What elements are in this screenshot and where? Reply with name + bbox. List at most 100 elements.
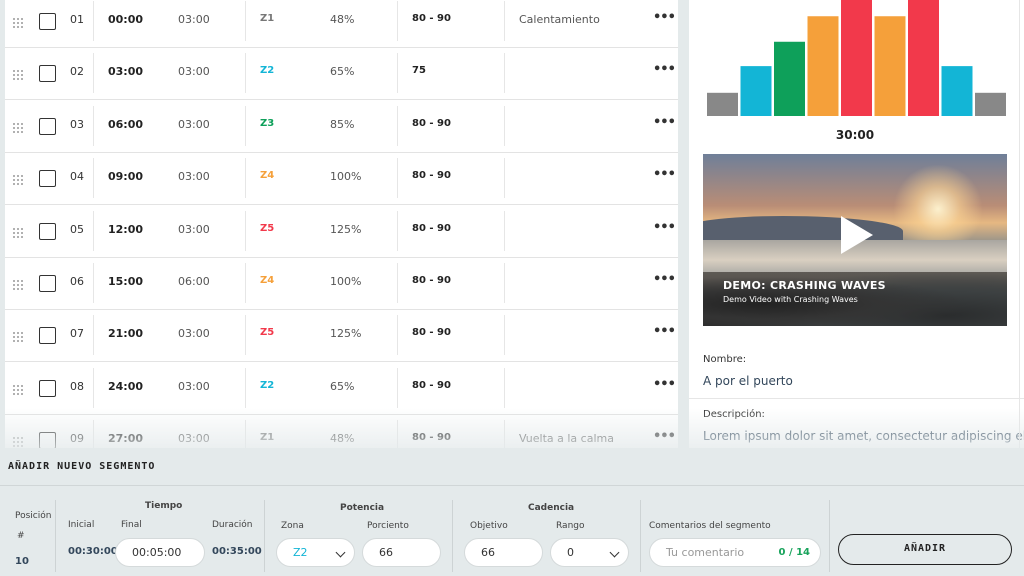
target-label: Objetivo — [470, 521, 508, 531]
segment-number: 07 — [70, 327, 84, 341]
target-input[interactable]: 66 — [464, 538, 543, 567]
drag-handle-icon[interactable] — [13, 226, 25, 238]
segment-start: 06:00 — [108, 117, 144, 131]
row-checkbox[interactable] — [39, 222, 56, 240]
more-icon[interactable]: ••• — [653, 10, 676, 25]
position-value: 10 — [15, 556, 29, 567]
percent-input[interactable]: 66 — [362, 538, 441, 567]
drag-handle-icon[interactable] — [13, 435, 25, 448]
segment-duration: 03:00 — [178, 13, 210, 26]
video-player[interactable]: DEMO: CRASHING WAVES Demo Video with Cra… — [703, 154, 1007, 326]
workout-editor: 01 00:00 03:00 Z1 48% 80 - 90 Calentamiento •••… — [0, 0, 1024, 576]
zone-select[interactable]: Z2 — [276, 538, 355, 567]
comment-counter: 0 / 14 — [778, 547, 811, 558]
row-checkbox[interactable] — [39, 275, 56, 292]
segment-zone: Z4 — [260, 170, 275, 182]
segment-duration: 03:00 — [178, 170, 210, 184]
more-icon[interactable]: ••• — [653, 324, 676, 339]
drag-handle-icon[interactable] — [13, 383, 25, 395]
more-icon[interactable]: ••• — [653, 115, 676, 130]
table-row[interactable]: 03 06:00 03:00 Z3 85% 80 - 90 ••• — [5, 101, 678, 153]
more-icon[interactable]: ••• — [653, 377, 676, 392]
final-time-input[interactable]: 00:05:00 — [115, 538, 205, 567]
column-divider — [93, 263, 94, 303]
row-checkbox[interactable] — [39, 170, 56, 188]
row-checkbox[interactable] — [39, 327, 56, 345]
table-row[interactable]: 08 24:00 03:00 Z2 65% 80 - 90 ••• — [5, 363, 678, 415]
segment-duration: 03:00 — [178, 117, 210, 131]
table-row[interactable]: 04 09:00 03:00 Z4 100% 80 - 90 ••• — [5, 153, 678, 206]
more-icon[interactable]: ••• — [653, 429, 676, 444]
segment-start: 24:00 — [108, 379, 144, 393]
comment-placeholder: Tu comentario — [666, 546, 745, 559]
column-divider — [245, 105, 246, 146]
drag-handle-icon[interactable] — [13, 121, 25, 133]
segment-cadence: 80 - 90 — [412, 327, 451, 339]
more-icon[interactable]: ••• — [653, 62, 676, 77]
more-icon[interactable]: ••• — [653, 220, 676, 235]
chevron-down-icon — [335, 547, 346, 558]
segment-number: 05 — [70, 222, 84, 236]
segment-cadence: 80 - 90 — [412, 379, 451, 391]
workout-description[interactable]: Lorem ipsum dolor sit amet, consectetur … — [703, 429, 1024, 443]
row-checkbox[interactable] — [39, 432, 56, 448]
more-icon[interactable]: ••• — [653, 272, 676, 287]
segment-percent: 48% — [330, 13, 355, 26]
table-row[interactable]: 07 21:00 03:00 Z5 125% 80 - 90 ••• — [5, 310, 678, 363]
column-divider — [504, 1, 505, 41]
segment-duration: 03:00 — [178, 327, 210, 341]
column-divider — [245, 158, 246, 199]
column-divider — [504, 263, 505, 303]
table-row[interactable]: 02 03:00 03:00 Z2 65% 75 ••• — [5, 48, 678, 101]
name-label: Nombre: — [703, 354, 747, 365]
drag-handle-icon[interactable] — [13, 173, 25, 186]
cadence-group-label: Cadencia — [528, 503, 575, 513]
table-row[interactable]: 05 12:00 03:00 Z5 125% 80 - 90 ••• — [5, 206, 678, 258]
zone-histogram — [707, 0, 1006, 116]
column-divider — [397, 158, 398, 199]
range-select[interactable]: 0 — [550, 538, 629, 567]
initial-label: Inicial — [68, 520, 95, 530]
column-divider — [93, 420, 94, 448]
segment-number: 03 — [70, 117, 84, 131]
drag-handle-icon[interactable] — [13, 16, 25, 28]
drag-handle-icon[interactable] — [13, 278, 25, 290]
drag-handle-icon[interactable] — [13, 330, 25, 343]
more-icon[interactable]: ••• — [653, 167, 676, 182]
column-divider — [245, 315, 246, 356]
segment-duration: 03:00 — [178, 65, 210, 79]
drag-handle-icon[interactable] — [13, 68, 25, 81]
zone-select-value: Z2 — [293, 546, 308, 559]
row-checkbox[interactable] — [39, 13, 56, 30]
column-divider — [397, 210, 398, 251]
segment-number: 02 — [70, 65, 84, 79]
workout-name[interactable]: A por el puerto — [703, 374, 793, 388]
comment-input[interactable]: Tu comentario 0 / 14 — [649, 538, 821, 567]
segment-zone: Z3 — [260, 117, 275, 129]
play-icon[interactable] — [841, 216, 873, 254]
histogram-bar-z2 — [941, 66, 973, 116]
add-segment-button[interactable]: AÑADIR — [838, 534, 1012, 565]
column-divider — [245, 210, 246, 251]
column-divider — [93, 53, 94, 94]
position-label: Posición — [15, 511, 52, 521]
power-group-label: Potencia — [340, 503, 385, 513]
duration-value: 00:35:00 — [212, 546, 262, 557]
table-row[interactable]: 09 27:00 03:00 Z1 48% 80 - 90 Vuelta a la calm… — [5, 415, 678, 448]
separator — [640, 500, 641, 572]
column-divider — [397, 263, 398, 303]
column-divider — [245, 1, 246, 41]
row-checkbox[interactable] — [39, 65, 56, 83]
row-checkbox[interactable] — [39, 117, 56, 135]
range-select-value: 0 — [567, 546, 574, 559]
column-divider — [397, 420, 398, 448]
row-checkbox[interactable] — [39, 379, 56, 397]
table-row[interactable]: 06 15:00 06:00 Z4 100% 80 - 90 ••• — [5, 258, 678, 310]
column-divider — [504, 158, 505, 199]
histogram-total-time: 30:00 — [835, 128, 875, 142]
histogram-bar-z4 — [807, 16, 839, 116]
segment-start: 12:00 — [108, 222, 144, 236]
segment-comment: Calentamiento — [519, 13, 600, 26]
duration-label: Duración — [212, 520, 253, 530]
table-row[interactable]: 01 00:00 03:00 Z1 48% 80 - 90 Calentamiento ••• — [5, 0, 678, 48]
